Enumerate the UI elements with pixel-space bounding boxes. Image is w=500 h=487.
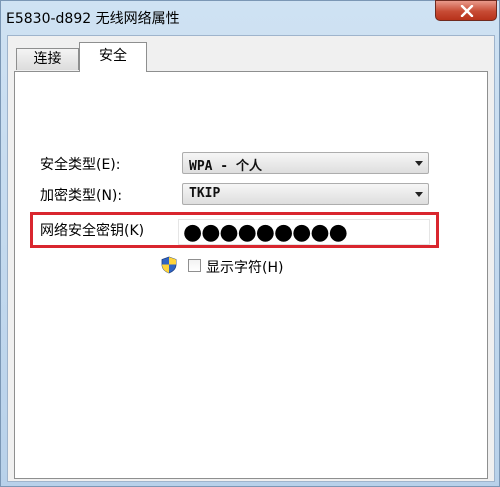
security-type-select[interactable]: WPA - 个人	[182, 152, 429, 174]
encryption-type-label: 加密类型(N):	[40, 188, 123, 204]
show-characters-checkbox[interactable]	[188, 259, 201, 272]
network-key-input[interactable]	[179, 220, 433, 244]
tab-security[interactable]: 安全	[79, 42, 147, 72]
tab-connection[interactable]: 连接	[16, 48, 79, 70]
security-type-value: WPA - 个人	[189, 159, 262, 174]
encryption-type-select[interactable]: TKIP	[182, 183, 429, 205]
properties-window: E5830-d892 无线网络属性 连接 安全 安全类型(E): WPA - 个…	[0, 0, 500, 487]
encryption-type-value: TKIP	[189, 186, 221, 201]
security-type-label: 安全类型(E):	[40, 157, 121, 173]
network-key-field[interactable]	[178, 219, 433, 245]
dropdown-arrow-icon	[415, 192, 423, 197]
uac-shield-icon	[161, 256, 177, 274]
dropdown-arrow-icon	[415, 161, 423, 166]
client-area: 连接 安全 安全类型(E): WPA - 个人 加密类型(N): TKIP 网络…	[7, 35, 495, 482]
close-button[interactable]	[435, 0, 497, 21]
network-key-label: 网络安全密钥(K)	[40, 223, 145, 239]
show-characters-label[interactable]: 显示字符(H)	[206, 257, 283, 277]
window-title: E5830-d892 无线网络属性	[6, 11, 180, 27]
close-icon	[460, 5, 474, 17]
title-bar[interactable]: E5830-d892 无线网络属性	[1, 0, 500, 35]
security-panel: 安全类型(E): WPA - 个人 加密类型(N): TKIP 网络安全密钥(K…	[14, 71, 488, 479]
